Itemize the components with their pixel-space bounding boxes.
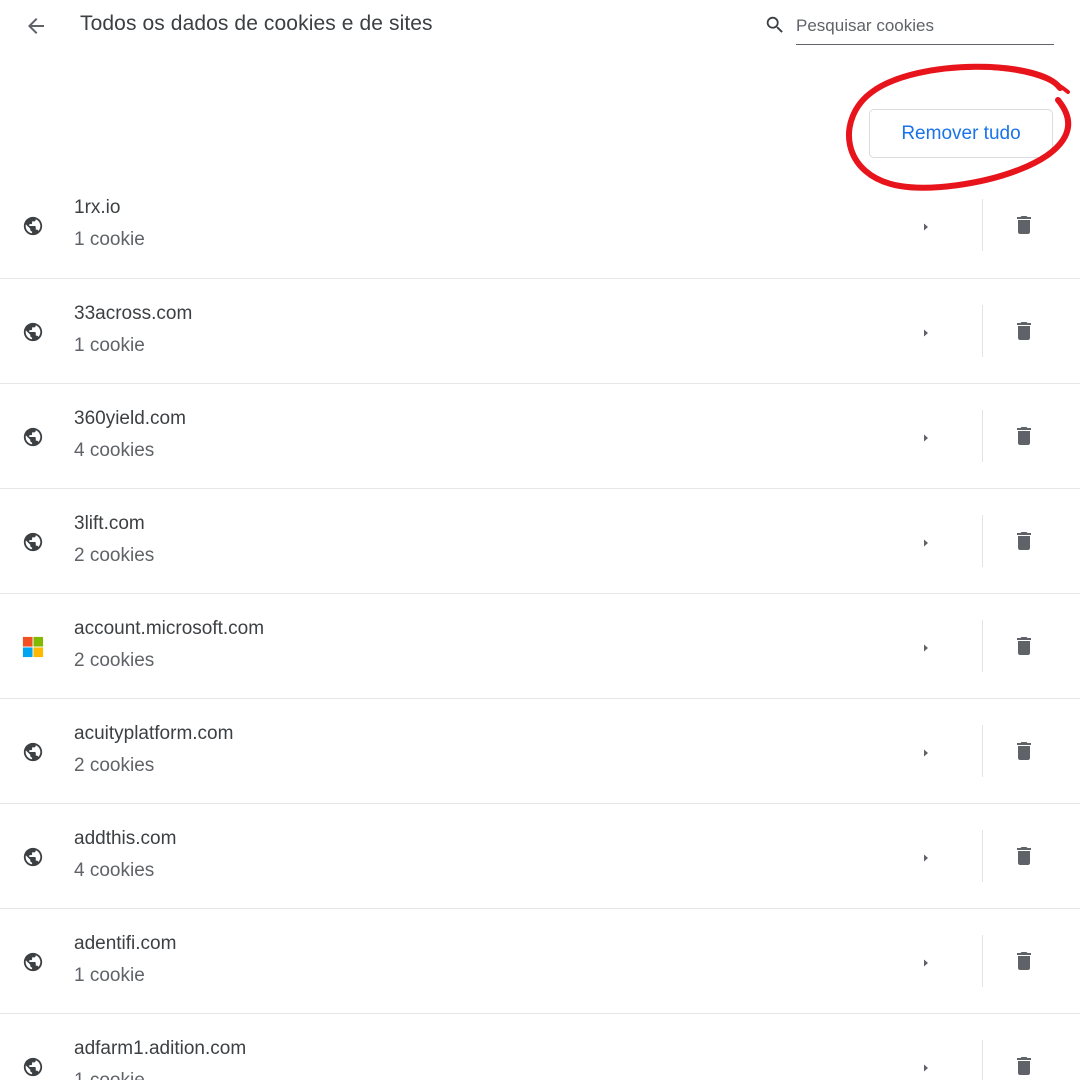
arrow-right-icon — [924, 854, 928, 862]
expand-button[interactable] — [912, 213, 940, 241]
search-icon — [766, 16, 783, 33]
divider — [982, 725, 983, 777]
microsoft-logo-icon — [22, 636, 44, 658]
expand-button[interactable] — [912, 949, 940, 977]
globe-icon — [23, 847, 43, 867]
arrow-right-icon — [924, 959, 928, 967]
back-button[interactable] — [20, 10, 52, 42]
site-row[interactable]: adfarm1.adition.com 1 cookie — [0, 1013, 1080, 1080]
site-row[interactable]: 33across.com 1 cookie — [0, 278, 1080, 383]
cookie-count: 4 cookies — [74, 860, 155, 881]
globe-icon — [23, 1057, 43, 1077]
site-name: 360yield.com — [74, 408, 186, 429]
cookie-count: 2 cookies — [74, 755, 155, 776]
site-row[interactable]: 3lift.com 2 cookies — [0, 488, 1080, 593]
divider — [982, 1040, 983, 1080]
globe-icon — [23, 216, 43, 236]
delete-button[interactable] — [1008, 315, 1040, 347]
expand-button[interactable] — [912, 634, 940, 662]
globe-icon — [23, 322, 43, 342]
divider — [982, 305, 983, 357]
delete-button[interactable] — [1008, 420, 1040, 452]
globe-icon — [23, 952, 43, 972]
cookie-count: 2 cookies — [74, 650, 155, 671]
site-row[interactable]: account.microsoft.com 2 cookies — [0, 593, 1080, 698]
cookie-count: 1 cookie — [74, 1070, 145, 1080]
divider — [982, 199, 983, 251]
delete-button[interactable] — [1008, 525, 1040, 557]
delete-button[interactable] — [1008, 209, 1040, 241]
expand-button[interactable] — [912, 529, 940, 557]
trash-icon — [1017, 427, 1031, 445]
expand-button[interactable] — [912, 844, 940, 872]
divider — [982, 620, 983, 672]
expand-button[interactable] — [912, 1054, 940, 1080]
trash-icon — [1017, 322, 1031, 340]
trash-icon — [1017, 1057, 1031, 1075]
arrow-right-icon — [924, 223, 928, 231]
trash-icon — [1017, 637, 1031, 655]
site-name: adfarm1.adition.com — [74, 1038, 247, 1059]
site-row[interactable]: acuityplatform.com 2 cookies — [0, 698, 1080, 803]
arrow-right-icon — [924, 1064, 928, 1072]
trash-icon — [1017, 742, 1031, 760]
site-row[interactable]: 1rx.io 1 cookie — [0, 173, 1080, 278]
expand-button[interactable] — [912, 424, 940, 452]
cookies-settings-page: Todos os dados de cookies e de sites Rem… — [0, 0, 1080, 1080]
globe-icon — [23, 742, 43, 762]
search-box — [764, 6, 1054, 46]
remove-all-button[interactable]: Remover tudo — [869, 109, 1053, 158]
cookie-count: 1 cookie — [74, 229, 145, 250]
search-input[interactable] — [796, 8, 1054, 45]
divider — [982, 935, 983, 987]
trash-icon — [1017, 952, 1031, 970]
cookie-count: 4 cookies — [74, 440, 155, 461]
delete-button[interactable] — [1008, 630, 1040, 662]
arrow-right-icon — [924, 749, 928, 757]
site-list: 1rx.io 1 cookie 33across.com 1 cookie 36… — [0, 173, 1080, 1080]
arrow-right-icon — [924, 644, 928, 652]
divider — [982, 515, 983, 567]
cookie-count: 1 cookie — [74, 965, 145, 986]
site-name: addthis.com — [74, 828, 177, 849]
divider — [982, 830, 983, 882]
delete-button[interactable] — [1008, 945, 1040, 977]
globe-icon — [23, 427, 43, 447]
page-title: Todos os dados de cookies e de sites — [80, 12, 433, 35]
arrow-right-icon — [924, 434, 928, 442]
page-header: Todos os dados de cookies e de sites — [0, 0, 1080, 60]
divider — [982, 410, 983, 462]
delete-button[interactable] — [1008, 735, 1040, 767]
site-name: 33across.com — [74, 303, 193, 324]
cookie-count: 2 cookies — [74, 545, 155, 566]
delete-button[interactable] — [1008, 1050, 1040, 1080]
site-name: 1rx.io — [74, 197, 121, 218]
site-name: account.microsoft.com — [74, 618, 265, 639]
arrow-right-icon — [924, 539, 928, 547]
site-name: adentifi.com — [74, 933, 177, 954]
site-name: acuityplatform.com — [74, 723, 234, 744]
expand-button[interactable] — [912, 739, 940, 767]
cookie-count: 1 cookie — [74, 335, 145, 356]
trash-icon — [1017, 216, 1031, 234]
delete-button[interactable] — [1008, 840, 1040, 872]
arrow-back-icon — [28, 18, 44, 34]
arrow-right-icon — [924, 329, 928, 337]
globe-icon — [23, 532, 43, 552]
trash-icon — [1017, 532, 1031, 550]
site-row[interactable]: adentifi.com 1 cookie — [0, 908, 1080, 1013]
site-row[interactable]: addthis.com 4 cookies — [0, 803, 1080, 908]
site-name: 3lift.com — [74, 513, 145, 534]
trash-icon — [1017, 847, 1031, 865]
expand-button[interactable] — [912, 319, 940, 347]
site-row[interactable]: 360yield.com 4 cookies — [0, 383, 1080, 488]
